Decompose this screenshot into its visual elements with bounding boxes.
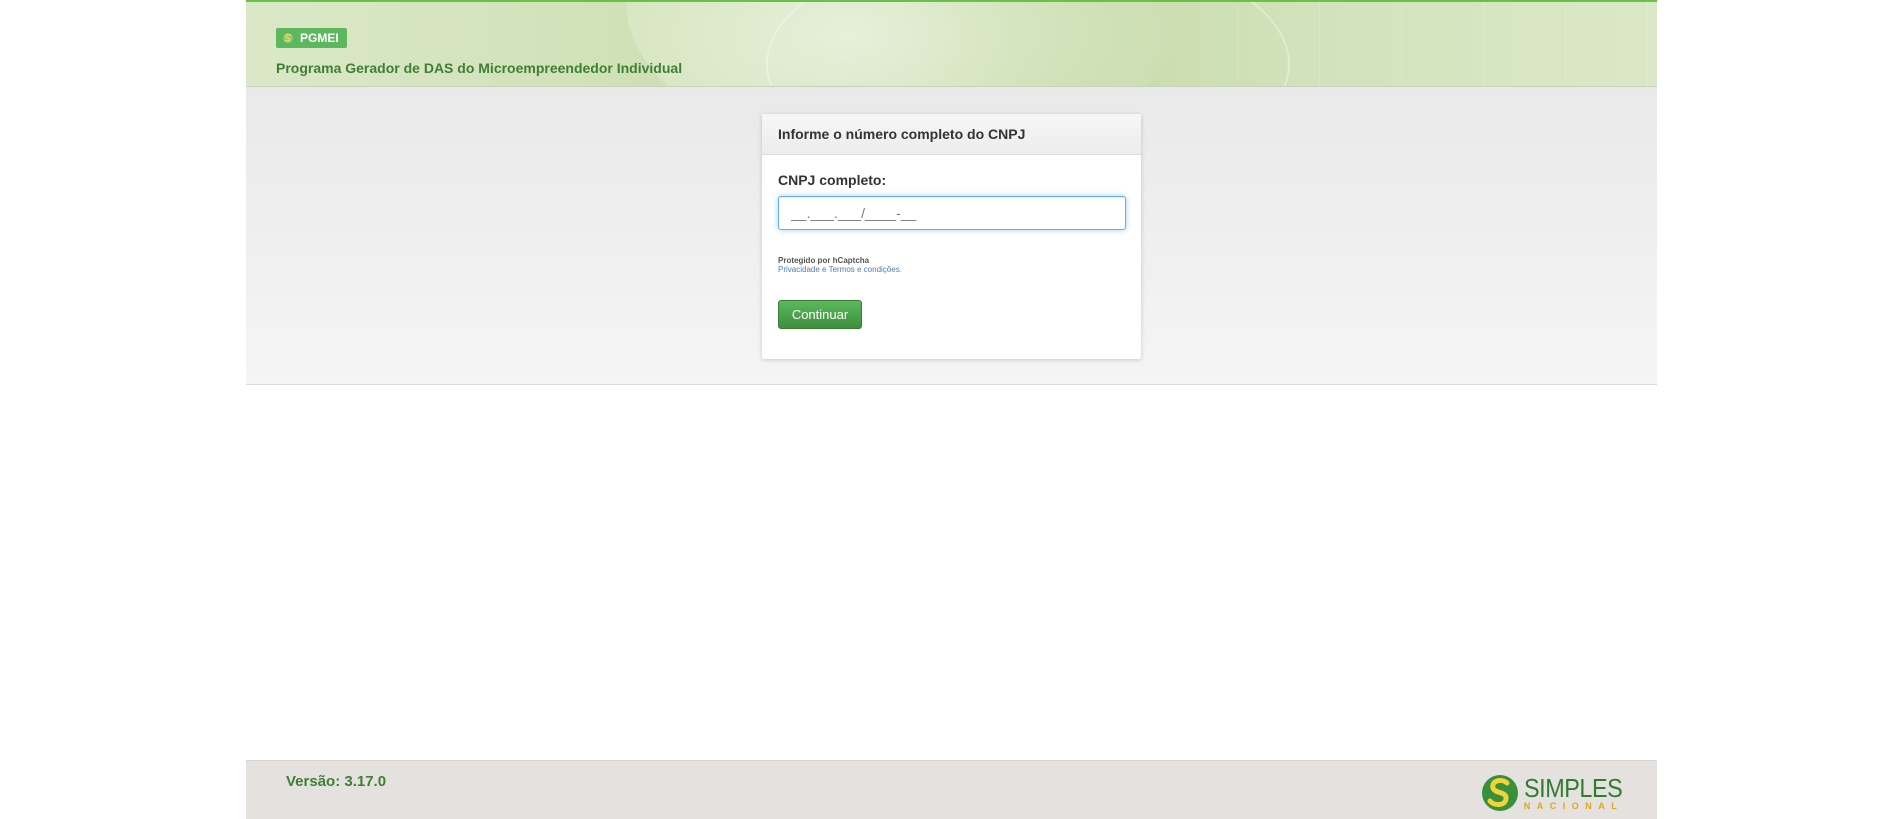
hcaptcha-privacy-link[interactable]: Privacidade xyxy=(778,265,820,274)
hcaptcha-notice: Protegido por hCaptcha Privacidade e Ter… xyxy=(778,256,902,274)
hcaptcha-protected-text: Protegido por hCaptcha xyxy=(778,256,870,265)
simples-nacional-logo-icon xyxy=(283,33,293,43)
header-grid-decoration xyxy=(1237,2,1657,86)
hcaptcha-dot: . xyxy=(899,265,902,274)
app-subtitle: Programa Gerador de DAS do Microempreend… xyxy=(276,60,683,76)
cnpj-input[interactable] xyxy=(778,196,1126,230)
simples-nacional-logo: SIMPLES NACIONAL xyxy=(1480,773,1633,813)
content-band: Informe o número completo do CNPJ CNPJ c… xyxy=(246,87,1657,385)
logo-main-text: SIMPLES xyxy=(1523,773,1623,803)
version-label: Versão: 3.17.0 xyxy=(286,773,387,790)
app-badge: PGMEI xyxy=(276,28,347,48)
simples-nacional-wordmark: SIMPLES NACIONAL xyxy=(1524,775,1633,811)
simples-nacional-logo-icon xyxy=(1481,775,1518,811)
header-banner: PGMEI Programa Gerador de DAS do Microem… xyxy=(246,0,1657,87)
continue-button[interactable]: Continuar xyxy=(778,300,862,329)
cnpj-label: CNPJ completo: xyxy=(778,172,887,188)
hcaptcha-separator: e xyxy=(819,265,829,274)
page: PGMEI Programa Gerador de DAS do Microem… xyxy=(246,0,1657,819)
hcaptcha-links: Privacidade e Termos e condições. xyxy=(778,265,902,274)
app-badge-label: PGMEI xyxy=(300,31,339,45)
header-decoration-ring xyxy=(766,2,1290,86)
cnpj-card: Informe o número completo do CNPJ CNPJ c… xyxy=(762,114,1141,359)
footer: Versão: 3.17.0 SIMPLES NACIONAL xyxy=(246,760,1657,819)
card-title: Informe o número completo do CNPJ xyxy=(762,114,1141,155)
logo-sub-text: NACIONAL xyxy=(1523,801,1624,811)
hcaptcha-terms-link[interactable]: Termos e condições xyxy=(829,265,900,274)
